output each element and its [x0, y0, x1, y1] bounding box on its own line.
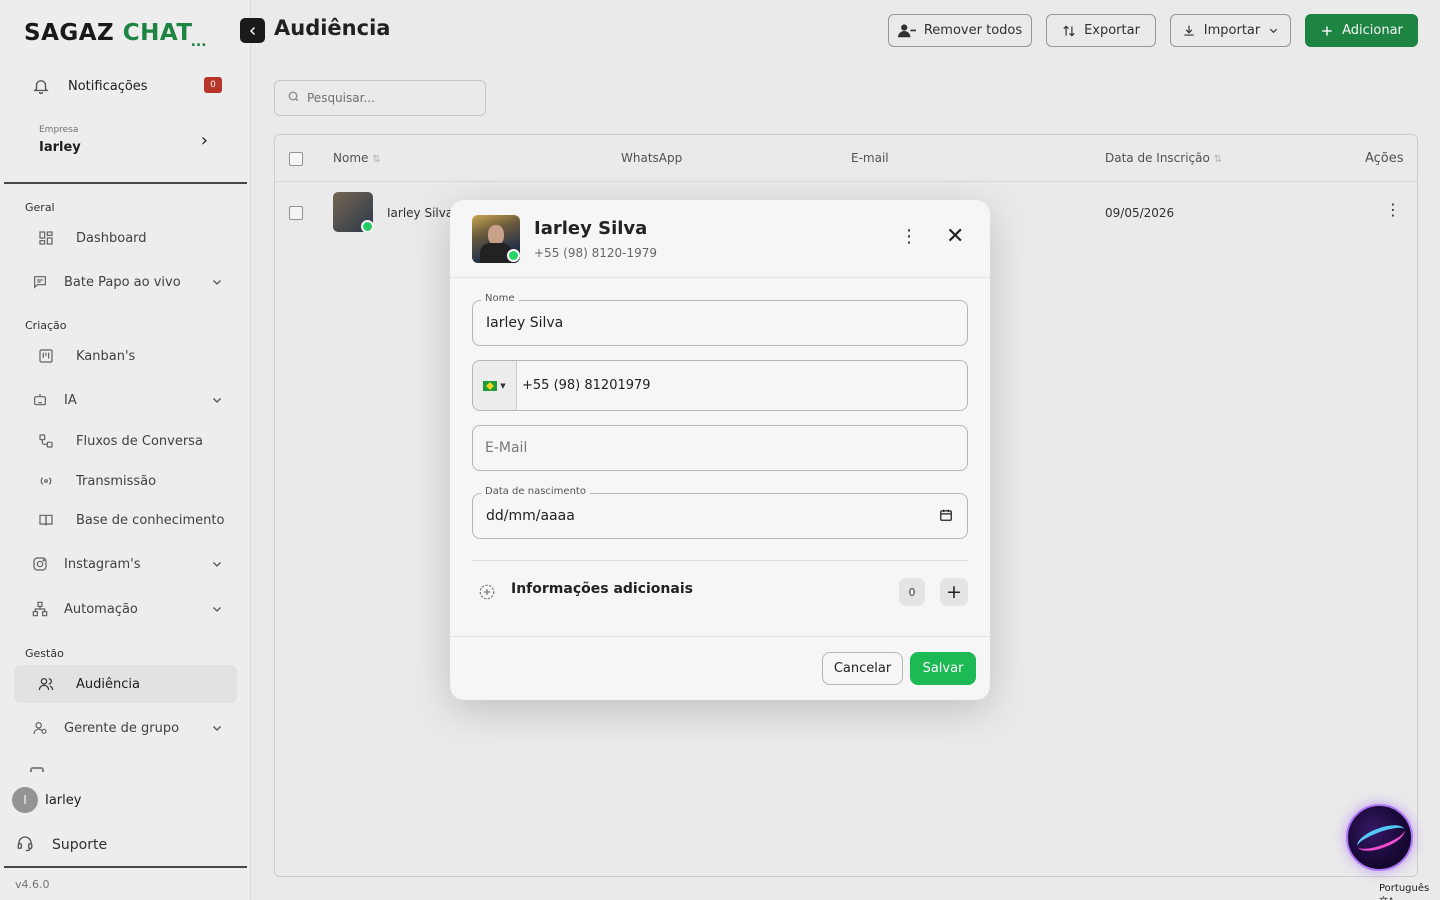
cancel-button[interactable]: Cancelar — [822, 652, 903, 685]
name-field-label: Nome — [481, 293, 519, 304]
birthdate-label: Data de nascimento — [481, 486, 590, 497]
additional-info-section: Informações adicionais 0 + — [472, 576, 968, 610]
additional-info-label: Informações adicionais — [511, 581, 693, 597]
calendar-icon[interactable] — [939, 508, 953, 526]
brazil-flag-icon — [483, 380, 498, 391]
modal-footer-divider — [450, 636, 990, 637]
additional-info-count: 0 — [899, 578, 925, 606]
email-placeholder: E-Mail — [485, 440, 528, 456]
dashed-plus-icon — [478, 583, 496, 605]
contact-name: Iarley Silva — [534, 218, 648, 239]
birthdate-field[interactable]: Data de nascimento dd/mm/aaaa — [472, 486, 968, 539]
phone-field[interactable]: ▼ +55 (98) 81201979 — [472, 360, 968, 411]
contact-phone: +55 (98) 8120-1979 — [534, 246, 657, 260]
name-field-value: Iarley Silva — [486, 315, 564, 331]
phone-field-value: +55 (98) 81201979 — [522, 378, 651, 393]
whatsapp-icon — [507, 249, 520, 262]
more-vertical-icon[interactable]: ⋮ — [900, 228, 918, 246]
save-button[interactable]: Salvar — [910, 652, 976, 685]
birthdate-value: dd/mm/aaaa — [486, 508, 575, 524]
close-icon[interactable]: ✕ — [946, 226, 964, 248]
name-field[interactable]: Nome Iarley Silva — [472, 293, 968, 346]
email-field[interactable]: E-Mail — [472, 425, 968, 471]
modal-divider — [472, 560, 968, 561]
add-info-button[interactable]: + — [940, 578, 968, 606]
modal-header: Iarley Silva +55 (98) 8120-1979 ⋮ ✕ — [450, 200, 990, 278]
contact-modal: Iarley Silva +55 (98) 8120-1979 ⋮ ✕ Nome… — [450, 200, 990, 700]
country-selector[interactable]: ▼ — [473, 361, 517, 410]
caret-down-icon: ▼ — [500, 381, 506, 390]
